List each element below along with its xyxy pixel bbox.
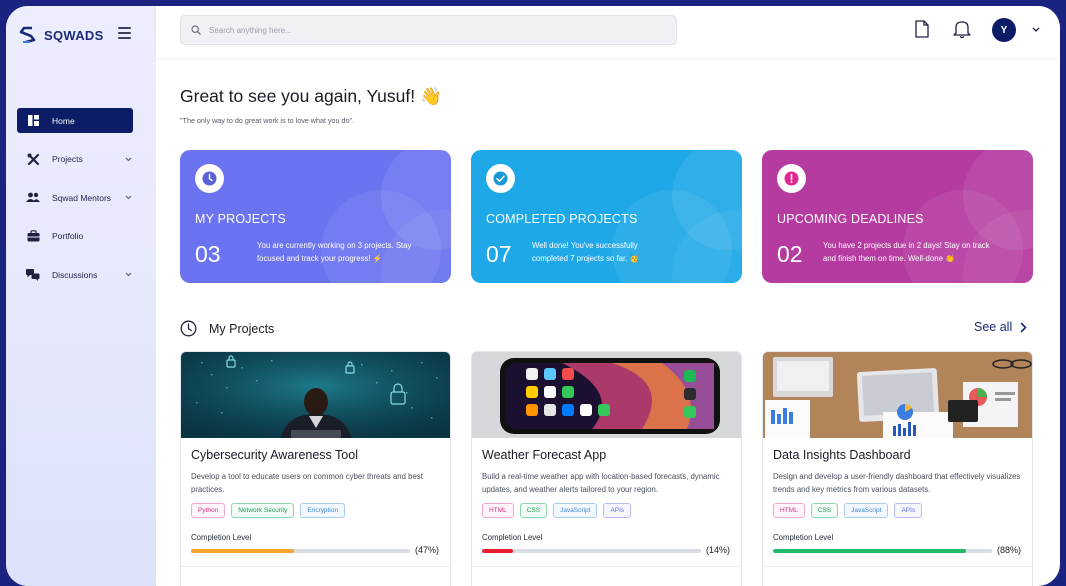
clock-icon	[195, 164, 224, 193]
check-icon	[486, 164, 515, 193]
project-description: Build a real-time weather app with locat…	[482, 472, 720, 494]
project-image-data-insights	[763, 352, 1032, 438]
sidebar: SQWADS Home Projects Sqwad Mentors Portf…	[6, 6, 156, 586]
dashboard-icon	[26, 114, 40, 128]
project-description: Design and develop a user-friendly dashb…	[773, 472, 1021, 494]
tag-list: HTML CSS JavaScript APIs	[482, 503, 637, 518]
tag: APIs	[603, 503, 632, 518]
tag-list: HTML CSS JavaScript APIs	[773, 503, 928, 518]
completion-percent: (14%)	[706, 545, 731, 555]
stat-description: Well done! You've successfully completed…	[532, 241, 640, 263]
hamburger-menu-icon[interactable]	[118, 27, 132, 39]
chevron-down-icon[interactable]	[1031, 26, 1041, 34]
tag: Network Security	[231, 503, 295, 518]
clock-icon	[180, 320, 197, 337]
stat-card-upcoming-deadlines[interactable]: UPCOMING DEADLINES 02 You have 2 project…	[762, 150, 1033, 283]
project-card-data-insights[interactable]: Data Insights Dashboard Design and devel…	[762, 351, 1033, 586]
completion-label: Completion Level	[191, 533, 252, 542]
completion-percent: (47%)	[415, 545, 440, 555]
stat-title: COMPLETED PROJECTS	[486, 212, 638, 226]
stat-description: You have 2 projects due in 2 days! Stay …	[823, 241, 990, 263]
people-icon	[26, 191, 40, 205]
sidebar-item-label: Projects	[52, 154, 83, 164]
stat-count: 02	[777, 241, 803, 267]
project-card-weather[interactable]: Weather Forecast App Build a real-time w…	[471, 351, 742, 586]
completion-percent: (88%)	[997, 545, 1022, 555]
top-bar: Y	[156, 6, 1060, 58]
see-all-link[interactable]: See all	[974, 320, 1027, 334]
tag: HTML	[482, 503, 514, 518]
app-window: SQWADS Home Projects Sqwad Mentors Portf…	[6, 6, 1060, 586]
project-title: Cybersecurity Awareness Tool	[191, 448, 358, 462]
sidebar-item-label: Sqwad Mentors	[52, 192, 112, 203]
chevron-down-icon[interactable]	[124, 270, 133, 279]
stat-title: MY PROJECTS	[195, 212, 286, 226]
stat-count: 07	[486, 241, 512, 267]
stat-count: 03	[195, 241, 221, 267]
sidebar-item-label: Portfolio	[52, 231, 84, 241]
project-title: Data Insights Dashboard	[773, 448, 911, 462]
completion-label: Completion Level	[482, 533, 543, 542]
page-title: Great to see you again, Yusuf! 👋	[180, 86, 442, 106]
stat-description: You are currently working on 3 projects.…	[257, 241, 412, 263]
progress-fill	[482, 549, 513, 553]
bell-icon[interactable]	[952, 19, 972, 39]
tag: JavaScript	[844, 503, 889, 518]
stat-card-completed-projects[interactable]: COMPLETED PROJECTS 07 Well done! You've …	[471, 150, 742, 283]
tag: CSS	[810, 503, 839, 518]
tools-icon	[26, 152, 40, 166]
completion-progress-bar	[482, 549, 701, 553]
project-image-weather	[472, 352, 741, 438]
sidebar-item-sqwad-mentors[interactable]: Sqwad Mentors	[17, 185, 133, 210]
project-image-cybersecurity	[181, 352, 450, 438]
chat-icon	[26, 268, 40, 282]
see-all-label: See all	[974, 320, 1013, 334]
tag-list: Python Network Security Encryption	[191, 503, 351, 518]
stat-title: UPCOMING DEADLINES	[777, 212, 924, 226]
sidebar-item-label: Home	[52, 115, 75, 126]
project-card-cybersecurity[interactable]: Cybersecurity Awareness Tool Develop a t…	[180, 351, 451, 586]
completion-progress-bar	[773, 549, 992, 553]
section-title: My Projects	[209, 321, 275, 336]
chevron-down-icon[interactable]	[124, 193, 133, 202]
brand[interactable]: SQWADS	[18, 25, 104, 45]
progress-fill	[191, 549, 294, 553]
completion-label: Completion Level	[773, 533, 834, 542]
chevron-right-icon	[1020, 322, 1027, 332]
alert-icon	[777, 164, 806, 193]
search-icon	[191, 25, 201, 35]
stat-card-my-projects[interactable]: MY PROJECTS 03 You are currently working…	[180, 150, 451, 283]
avatar[interactable]: Y	[992, 18, 1016, 42]
sidebar-item-projects[interactable]: Projects	[17, 147, 133, 172]
briefcase-icon	[26, 229, 40, 243]
document-icon[interactable]	[915, 20, 929, 38]
sqwads-logo-icon	[19, 26, 36, 44]
progress-fill	[773, 549, 966, 553]
section-header: My Projects	[180, 320, 274, 337]
motivational-quote: "The only way to do great work is to lov…	[180, 116, 355, 125]
tag: Encryption	[300, 503, 346, 518]
project-description: Develop a tool to educate users on commo…	[191, 472, 423, 494]
chevron-down-icon[interactable]	[124, 155, 133, 164]
sidebar-item-portfolio[interactable]: Portfolio	[17, 224, 133, 249]
tag: Python	[191, 503, 226, 518]
tag: APIs	[894, 503, 923, 518]
sidebar-item-label: Discussions	[52, 269, 98, 280]
sidebar-item-discussions[interactable]: Discussions	[17, 262, 133, 287]
sidebar-item-home[interactable]: Home	[17, 108, 133, 133]
tag: JavaScript	[553, 503, 598, 518]
sidebar-nav: Home Projects Sqwad Mentors Portfolio Di…	[17, 108, 133, 301]
main-content: Great to see you again, Yusuf! 👋 "The on…	[156, 58, 1060, 586]
brand-name: SQWADS	[44, 27, 104, 43]
tag: HTML	[773, 503, 805, 518]
completion-progress-bar	[191, 549, 410, 553]
search-input[interactable]	[209, 25, 649, 35]
tag: CSS	[519, 503, 548, 518]
project-title: Weather Forecast App	[482, 448, 607, 462]
search-box[interactable]	[180, 15, 677, 45]
